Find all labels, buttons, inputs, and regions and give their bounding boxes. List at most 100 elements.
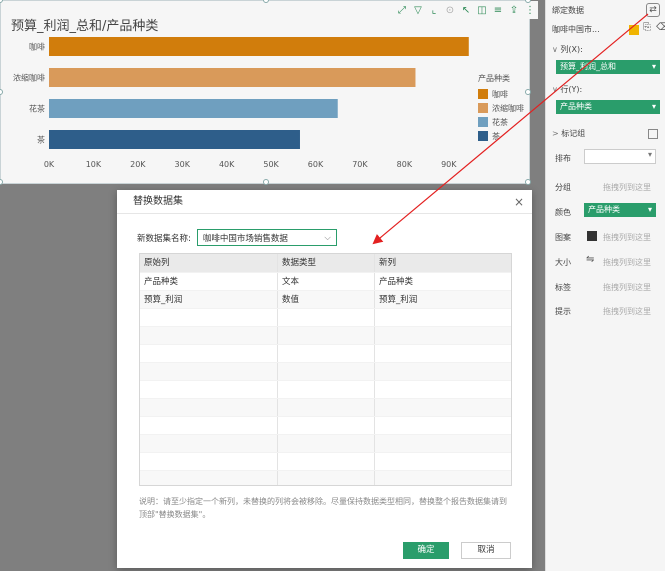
table-row[interactable]: 产品种类 文本 产品种类	[140, 272, 511, 290]
copy-icon[interactable]: ⎘	[643, 22, 651, 33]
x-tick-label: 60K	[308, 160, 324, 169]
resize-handle[interactable]	[525, 89, 531, 95]
axis-icon[interactable]: ⌞	[427, 3, 441, 17]
chart-toolbar: ⤢ ▽ ⌞ ⊙ ↖ ◫ ≡ ⇪ ⋮	[394, 1, 538, 19]
x-tick-label: 20K	[130, 160, 146, 169]
dropdown-arrow-icon: ▾	[651, 102, 656, 111]
table-cell	[375, 327, 511, 344]
y-tick-label: 浓缩咖啡	[13, 73, 45, 83]
export-icon[interactable]: ⇪	[507, 3, 521, 17]
eraser-icon[interactable]: ⌫	[656, 22, 665, 33]
dataset-icon[interactable]	[629, 25, 639, 35]
table-row-empty	[140, 326, 511, 344]
row-field-pill[interactable]: 产品种类 ▾	[556, 100, 660, 114]
table-cell	[375, 363, 511, 380]
chevron-down-icon: ∨	[552, 85, 561, 94]
table-cell	[375, 471, 511, 485]
bar[interactable]	[49, 99, 338, 118]
brush-icon[interactable]: ◫	[475, 3, 489, 17]
table-cell	[278, 327, 375, 344]
table-cell	[375, 435, 511, 452]
table-cell[interactable]: 产品种类	[375, 273, 511, 290]
legend-swatch	[478, 103, 488, 113]
legend-item[interactable]: 茶	[478, 129, 524, 143]
confirm-button[interactable]: 确定	[403, 542, 449, 559]
list-icon[interactable]: ≡	[491, 3, 505, 17]
column-mapping-table: 原始列 数据类型 新列 产品种类 文本 产品种类 预算_利润 数值 预算_利润	[139, 253, 512, 486]
table-cell	[375, 417, 511, 434]
table-cell	[140, 363, 278, 380]
column-field-pill[interactable]: 预算_利润_总和 ▾	[556, 60, 660, 74]
table-cell	[140, 417, 278, 434]
legend-item[interactable]: 花茶	[478, 115, 524, 129]
image-label: 图案	[555, 233, 571, 242]
bar-chart-component[interactable]: 预算_利润_总和/产品种类 ⤢ ▽ ⌞ ⊙ ↖ ◫ ≡ ⇪ ⋮ 咖啡 浓缩咖啡 花茶…	[0, 0, 538, 185]
image-dropzone[interactable]: 拖拽列到这里	[603, 232, 651, 243]
image-icon[interactable]	[587, 231, 597, 241]
y-tick-label: 茶	[37, 135, 45, 145]
table-cell	[140, 327, 278, 344]
sort-label: 排布	[555, 154, 571, 163]
table-cell	[140, 435, 278, 452]
legend-swatch	[478, 131, 488, 141]
table-cell	[375, 309, 511, 326]
x-tick-label: 50K	[263, 160, 279, 169]
group-dropzone[interactable]: 拖拽列到这里	[603, 182, 651, 193]
bar[interactable]	[49, 68, 416, 87]
x-tick-label: 0K	[44, 160, 55, 169]
table-row-empty	[140, 362, 511, 380]
cancel-button[interactable]: 取消	[461, 542, 511, 559]
fit-icon[interactable]: ⤢	[395, 3, 409, 17]
table-cell	[278, 363, 375, 380]
close-icon[interactable]: ×	[514, 190, 524, 214]
mark-settings-icon[interactable]	[648, 129, 658, 139]
zoom-icon[interactable]: ⊙	[443, 3, 457, 17]
x-tick-label: 10K	[86, 160, 102, 169]
table-cell	[140, 381, 278, 398]
table-cell	[278, 435, 375, 452]
dataset-name-label: 新数据集名称:	[137, 233, 191, 244]
dialog-title: 替换数据集	[133, 196, 183, 207]
legend: 产品种类 咖啡 浓缩咖啡 花茶茶	[478, 73, 524, 143]
bind-data-title: 绑定数据	[552, 6, 584, 15]
select-icon[interactable]: ↖	[459, 3, 473, 17]
table-row-empty	[140, 470, 511, 485]
tooltip-label: 提示	[555, 307, 571, 316]
table-cell[interactable]: 预算_利润	[375, 291, 511, 308]
column-header: 原始列	[140, 254, 278, 272]
bar[interactable]	[49, 130, 300, 149]
color-field-pill[interactable]: 产品种类 ▾	[584, 203, 656, 217]
bar[interactable]	[49, 37, 469, 56]
mark-group-label: 标记组	[561, 129, 586, 138]
size-dropzone[interactable]: 拖拽列到这里	[603, 257, 651, 268]
column-header: 数据类型	[278, 254, 375, 272]
layout-select[interactable]: ▾	[584, 149, 656, 164]
legend-label: 浓缩咖啡	[492, 103, 524, 113]
table-cell	[375, 453, 511, 470]
table-cell	[375, 399, 511, 416]
legend-item[interactable]: 咖啡	[478, 87, 524, 101]
x-tick-label: 30K	[175, 160, 191, 169]
size-slider-icon[interactable]: ⇋	[586, 254, 594, 265]
tooltip-dropzone[interactable]: 拖拽列到这里	[603, 306, 651, 317]
table-row[interactable]: 预算_利润 数值 预算_利润	[140, 290, 511, 308]
tag-dropzone[interactable]: 拖拽列到这里	[603, 282, 651, 293]
resize-handle[interactable]	[263, 179, 269, 185]
table-cell	[140, 309, 278, 326]
table-row-empty	[140, 344, 511, 362]
dropdown-arrow-icon: ▾	[647, 205, 652, 214]
chevron-down-icon: ∨	[552, 45, 561, 54]
more-icon[interactable]: ⋮	[523, 3, 537, 17]
table-cell	[278, 399, 375, 416]
switch-dataset-icon[interactable]: ⇄	[646, 3, 660, 17]
column-header: 新列	[379, 258, 397, 268]
resize-handle[interactable]	[525, 179, 531, 185]
dataset-select[interactable]: 咖啡中国市场销售数据 ⌵	[196, 229, 337, 246]
table-cell	[140, 399, 278, 416]
filter-icon[interactable]: ▽	[411, 3, 425, 17]
resize-handle[interactable]	[0, 0, 3, 3]
table-cell: 文本	[278, 273, 375, 290]
legend-item[interactable]: 浓缩咖啡	[478, 101, 524, 115]
resize-handle[interactable]	[263, 0, 269, 3]
dataset-name[interactable]: 咖啡中国市...	[552, 24, 600, 35]
